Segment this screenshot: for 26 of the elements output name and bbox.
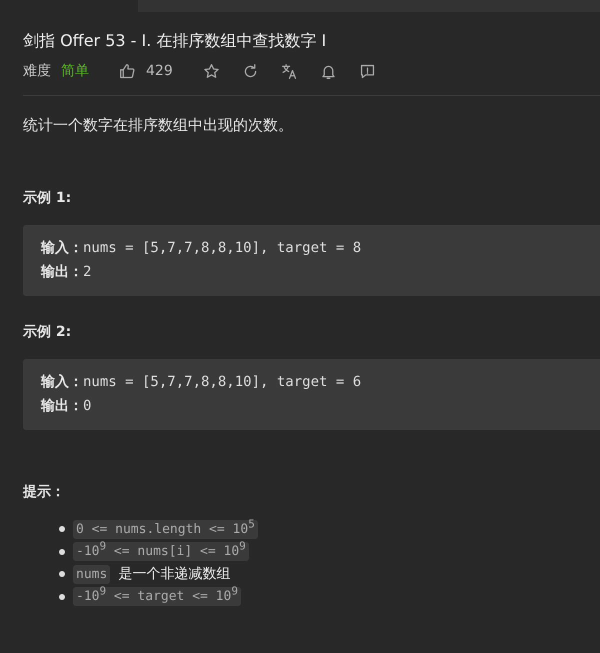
bullet-icon: [59, 594, 65, 600]
inline-code: -10$^{9}$ <= target <= 10$^{9}$: [73, 587, 241, 606]
code-line: 输出：2: [41, 263, 92, 282]
thumbs-up-icon[interactable]: [119, 62, 136, 80]
example-heading: 示例 2:: [23, 323, 72, 342]
code-line: 输出：0: [41, 397, 92, 416]
difficulty-value: 简单: [61, 62, 89, 80]
inline-code: 0 <= nums.length <= 10$^{5}$: [73, 520, 258, 539]
bullet-icon: [59, 571, 65, 578]
refresh-icon[interactable]: [242, 62, 259, 80]
example-heading: 示例 1:: [23, 189, 72, 208]
problem-title: 剑指 Offer 53 - I. 在排序数组中查找数字 I: [23, 30, 328, 52]
difficulty-label: 难度: [23, 62, 51, 80]
hints-heading: 提示：: [23, 483, 66, 502]
feedback-icon[interactable]: [358, 62, 376, 80]
hint-text: 是一个非递减数组: [118, 565, 230, 584]
inline-code: -10$^{9}$ <= nums[i] <= 10$^{9}$: [73, 542, 249, 562]
bullet-icon: [59, 548, 65, 555]
like-count: 429: [146, 63, 173, 79]
inline-code: nums: [73, 564, 110, 584]
bullet-icon: [59, 526, 65, 532]
star-icon[interactable]: [202, 62, 220, 80]
code-line: 输入：nums = [5,7,7,8,8,10], target = 6: [41, 373, 362, 392]
translate-icon[interactable]: [280, 62, 298, 80]
problem-description: 统计一个数字在排序数组中出现的次数。: [23, 115, 294, 136]
code-line: 输入：nums = [5,7,7,8,8,10], target = 8: [41, 239, 362, 258]
